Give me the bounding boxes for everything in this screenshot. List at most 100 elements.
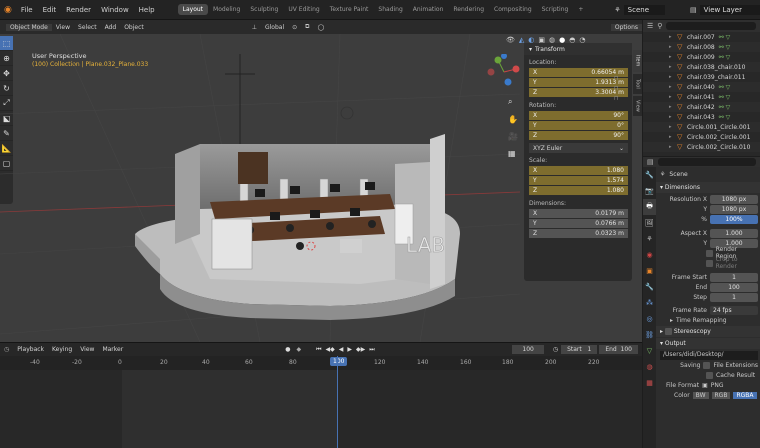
expand-arrow-icon[interactable]: ▸ <box>669 114 677 120</box>
scale-z-field[interactable]: Z 1.080 <box>529 186 628 196</box>
play-reverse-icon[interactable]: ◀ <box>337 346 346 353</box>
scene-selector[interactable]: Scene <box>623 4 666 15</box>
outliner-item[interactable]: ▸ ▽ Circle.002_Circle.010 <box>643 142 760 152</box>
rotation-z-field[interactable]: Z 90° <box>529 131 628 141</box>
outliner-item[interactable]: ▸ ▽ chair.041 ⚯ ▽ <box>643 92 760 102</box>
expand-arrow-icon[interactable]: ▸ <box>669 74 677 80</box>
render-tab-icon[interactable]: 📷 <box>643 183 656 199</box>
expand-arrow-icon[interactable]: ▸ <box>669 84 677 90</box>
crop-to-render-checkbox[interactable] <box>706 259 713 267</box>
resolution-x-field[interactable]: 1080 px <box>710 194 758 204</box>
sidebar-tab-tool[interactable]: Tool <box>633 74 642 94</box>
viewport-menu-select[interactable]: Select <box>74 24 101 31</box>
modifier-tab-icon[interactable]: 🔧 <box>643 279 656 295</box>
start-frame-field[interactable]: Start 1 <box>561 345 598 354</box>
expand-arrow-icon[interactable]: ▸ <box>669 54 677 60</box>
properties-search-input[interactable] <box>657 158 756 166</box>
particles-tab-icon[interactable]: ⁂ <box>643 295 656 311</box>
transform-panel-header[interactable]: ▾ Transform <box>524 43 632 55</box>
navigation-gizmo[interactable] <box>486 53 522 90</box>
editor-type-icon[interactable]: ◷ <box>0 346 13 353</box>
dimensions-z-field[interactable]: Z 0.0323 m <box>529 229 628 239</box>
outliner-item[interactable]: ▸ ▽ chair.007 ⚯ ▽ <box>643 32 760 42</box>
constraints-tab-icon[interactable]: ⛓ <box>643 327 656 343</box>
frame-start-field[interactable]: 1 <box>710 272 758 282</box>
workspace-tab-texture-paint[interactable]: Texture Paint <box>325 4 374 15</box>
timeline-menu-keying[interactable]: Keying <box>48 346 76 353</box>
file-extensions-checkbox[interactable] <box>703 361 711 369</box>
dimensions-y-field[interactable]: Y 0.0766 m <box>529 219 628 229</box>
sidebar-tab-item[interactable]: Item <box>633 50 642 72</box>
view-layer-selector[interactable]: View Layer <box>699 4 760 15</box>
lock-icon[interactable]: ⊓ <box>614 84 619 94</box>
sidebar-tab-view[interactable]: View <box>633 96 642 116</box>
outliner-editor-icon[interactable]: ☰ <box>647 22 653 30</box>
outliner-item[interactable]: ▸ ▽ chair.040 ⚯ ▽ <box>643 82 760 92</box>
file-format-select[interactable]: PNG <box>711 382 724 389</box>
play-icon[interactable]: ▶ <box>345 346 354 353</box>
playhead-frame-label[interactable]: 100 <box>330 357 348 366</box>
rotation-y-field[interactable]: Y 0° <box>529 121 628 131</box>
render-region-checkbox[interactable] <box>706 249 713 257</box>
outliner-item[interactable]: ▸ ▽ Circle.001_Circle.001 <box>643 122 760 132</box>
rotation-x-field[interactable]: X 90° <box>529 111 628 121</box>
expand-arrow-icon[interactable]: ▸ <box>669 34 677 40</box>
physics-tab-icon[interactable]: ◎ <box>643 311 656 327</box>
menu-file[interactable]: File <box>16 6 38 14</box>
workspace-tab-compositing[interactable]: Compositing <box>489 4 537 15</box>
color-mode-rgb[interactable]: RGB <box>711 391 731 399</box>
clock-icon[interactable]: ◷ <box>550 346 561 353</box>
expand-arrow-icon[interactable]: ▸ <box>669 124 677 130</box>
jump-end-icon[interactable]: ⏭ <box>367 346 376 354</box>
menu-render[interactable]: Render <box>61 6 96 14</box>
outliner-item[interactable]: ▸ ▽ chair.043 ⚯ ▽ <box>643 112 760 122</box>
timeline-menu-playback[interactable]: Playback <box>13 346 48 353</box>
workspace-tab-rendering[interactable]: Rendering <box>448 4 489 15</box>
viewport-menu-object[interactable]: Object <box>120 24 148 31</box>
timeline-menu-view[interactable]: View <box>76 346 98 353</box>
proportional-edit-icon[interactable]: ◯ <box>313 24 328 31</box>
scale-x-field[interactable]: X 1.080 <box>529 166 628 176</box>
aspect-x-field[interactable]: 1.000 <box>710 228 758 238</box>
resolution-y-field[interactable]: 1080 px <box>710 204 758 214</box>
dimensions-x-field[interactable]: X 0.0179 m <box>529 209 628 219</box>
outliner-item[interactable]: ▸ ▽ chair.009 ⚯ ▽ <box>643 52 760 62</box>
output-tab-icon[interactable]: 🖶 <box>643 199 656 215</box>
next-keyframe-icon[interactable]: ◆▶ <box>354 346 367 353</box>
lock-icon[interactable]: ⊓ <box>614 74 619 84</box>
dimensions-section-header[interactable]: ▾ Dimensions <box>656 182 760 193</box>
expand-arrow-icon[interactable]: ▸ <box>669 44 677 50</box>
pan-icon[interactable]: ✋ <box>508 115 518 125</box>
outliner-item[interactable]: ▸ ▽ chair.038_chair.010 <box>643 62 760 72</box>
resolution-percent-slider[interactable]: 100% <box>710 214 758 224</box>
menu-window[interactable]: Window <box>96 6 134 14</box>
output-path-field[interactable]: /Users/didi/Desktop/ <box>660 350 758 360</box>
rotation-mode-select[interactable]: XYZ Euler ⌄ <box>529 143 628 153</box>
transform-orientation-selector[interactable]: Global <box>261 24 288 31</box>
cache-result-checkbox[interactable] <box>706 371 713 379</box>
workspace-tab-shading[interactable]: Shading <box>373 4 407 15</box>
outliner-item[interactable]: ▸ ▽ chair.042 ⚯ ▽ <box>643 102 760 112</box>
stereoscopy-section-header[interactable]: ▸ Stereoscopy <box>656 326 760 337</box>
object-tab-icon[interactable]: ▣ <box>643 263 656 279</box>
expand-arrow-icon[interactable]: ▸ <box>669 94 677 100</box>
workspace-tab-scripting[interactable]: Scripting <box>537 4 574 15</box>
viewport-menu-add[interactable]: Add <box>101 24 121 31</box>
frame-end-field[interactable]: 100 <box>710 282 758 292</box>
timeline-body[interactable] <box>0 356 642 448</box>
end-frame-field[interactable]: End 100 <box>599 345 638 354</box>
outliner-filter-icon[interactable]: ⚲ <box>657 22 662 30</box>
3d-viewport[interactable]: Object Mode View Select Add Object ⊥ Glo… <box>0 20 642 342</box>
zoom-icon[interactable]: ⌕ <box>508 97 518 107</box>
pivot-icon[interactable]: ⊙ <box>288 24 301 31</box>
workspace-tab-uv-editing[interactable]: UV Editing <box>283 4 324 15</box>
perspective-toggle-icon[interactable]: ▦ <box>508 149 518 159</box>
expand-arrow-icon[interactable]: ▸ <box>669 144 677 150</box>
menu-help[interactable]: Help <box>134 6 160 14</box>
world-tab-icon[interactable]: ◉ <box>643 247 656 263</box>
scene-tab-icon[interactable]: ⚘ <box>643 231 656 247</box>
color-mode-bw[interactable]: BW <box>692 391 709 399</box>
expand-arrow-icon[interactable]: ▸ <box>669 134 677 140</box>
viewport-menu-view[interactable]: View <box>52 24 74 31</box>
lock-icon[interactable]: ⊓ <box>614 94 619 104</box>
